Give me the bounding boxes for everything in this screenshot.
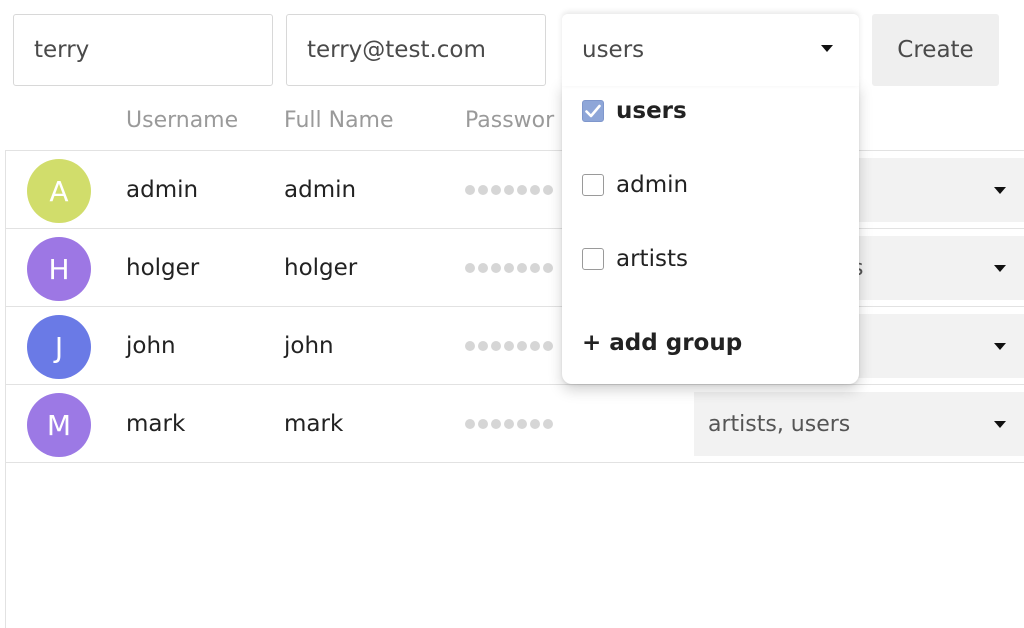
password-dots bbox=[465, 341, 553, 351]
caret-down-icon bbox=[821, 45, 833, 52]
username-cell[interactable]: holger bbox=[126, 229, 199, 307]
column-header-username: Username bbox=[126, 108, 239, 133]
dropdown-option-users[interactable]: users bbox=[582, 98, 687, 124]
password-cell[interactable] bbox=[465, 307, 553, 385]
avatar: J bbox=[27, 315, 91, 379]
new-username-input[interactable]: terry bbox=[13, 14, 273, 86]
full-name-cell[interactable]: mark bbox=[284, 385, 343, 463]
user-row-john: J john john bbox=[5, 307, 1024, 385]
avatar-initial: J bbox=[54, 330, 64, 364]
group-dropdown-menu: users admin artists + add group bbox=[562, 82, 859, 384]
avatar-initial: M bbox=[46, 408, 72, 442]
column-header-full-name: Full Name bbox=[284, 108, 394, 133]
full-name-cell[interactable]: admin bbox=[284, 151, 356, 229]
user-row-holger: H holger holger s bbox=[5, 229, 1024, 307]
checkmark-icon bbox=[585, 104, 601, 118]
avatar-initial: A bbox=[49, 174, 69, 208]
username-cell[interactable]: john bbox=[126, 307, 176, 385]
password-cell[interactable] bbox=[465, 229, 553, 307]
checkbox-unchecked[interactable] bbox=[582, 248, 604, 270]
checkbox-checked[interactable] bbox=[582, 100, 604, 122]
new-username-value: terry bbox=[34, 37, 90, 63]
caret-down-icon bbox=[994, 343, 1006, 350]
checkbox-unchecked[interactable] bbox=[582, 174, 604, 196]
create-button[interactable]: Create bbox=[872, 14, 999, 86]
user-row-mark: M mark mark artists, users bbox=[5, 385, 1024, 463]
group-select-value: users bbox=[582, 37, 645, 63]
new-email-value: terry@test.com bbox=[307, 37, 486, 63]
new-email-input[interactable]: terry@test.com bbox=[286, 14, 546, 86]
dropdown-option-label: admin bbox=[616, 172, 689, 198]
dropdown-option-admin[interactable]: admin bbox=[582, 172, 688, 198]
avatar: A bbox=[27, 159, 91, 223]
avatar: H bbox=[27, 237, 91, 301]
new-user-group-select[interactable]: users bbox=[562, 14, 859, 86]
user-row-admin: A admin admin bbox=[5, 151, 1024, 229]
username-cell[interactable]: admin bbox=[126, 151, 198, 229]
username-cell[interactable]: mark bbox=[126, 385, 185, 463]
caret-down-icon bbox=[994, 187, 1006, 194]
column-header-password: Passwor bbox=[465, 108, 555, 133]
caret-down-icon bbox=[994, 421, 1006, 428]
groups-value: artists, users bbox=[708, 411, 851, 437]
password-cell[interactable] bbox=[465, 151, 553, 229]
caret-down-icon bbox=[994, 265, 1006, 272]
avatar-initial: H bbox=[48, 252, 70, 286]
avatar: M bbox=[27, 393, 91, 457]
full-name-cell[interactable]: john bbox=[284, 307, 334, 385]
dropdown-option-artists[interactable]: artists bbox=[582, 246, 688, 272]
user-management-page: terry terry@test.com Username Full Name … bbox=[0, 0, 1024, 628]
dropdown-option-label: users bbox=[616, 98, 687, 124]
password-dots bbox=[465, 185, 553, 195]
password-dots bbox=[465, 263, 553, 273]
groups-select[interactable]: artists, users bbox=[694, 392, 1024, 456]
dropdown-option-label: artists bbox=[616, 246, 688, 272]
password-dots bbox=[465, 419, 553, 429]
add-group-button[interactable]: + add group bbox=[582, 330, 742, 356]
password-cell[interactable] bbox=[465, 385, 553, 463]
full-name-cell[interactable]: holger bbox=[284, 229, 357, 307]
